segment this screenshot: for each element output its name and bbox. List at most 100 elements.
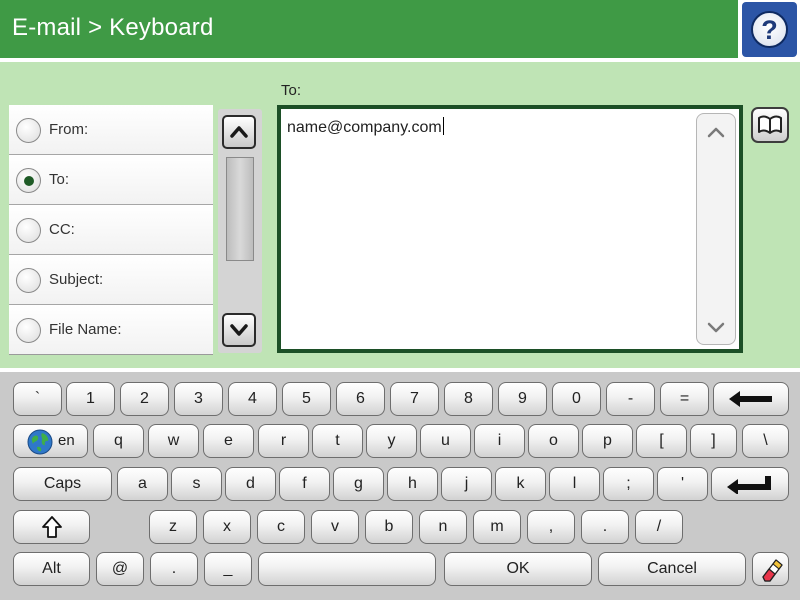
text-caret <box>442 117 444 135</box>
key-r[interactable]: r <box>258 424 309 458</box>
chevron-down-icon <box>707 322 725 333</box>
key-open-bracket[interactable]: [ <box>636 424 687 458</box>
eraser-icon <box>762 559 783 582</box>
key-i[interactable]: i <box>474 424 525 458</box>
field-list-scrollbar[interactable] <box>218 109 262 353</box>
key-dot[interactable]: . <box>150 552 198 586</box>
to-scroll-down-button[interactable] <box>697 310 735 346</box>
scroll-down-button[interactable] <box>222 313 256 347</box>
backspace-button[interactable] <box>713 382 789 416</box>
key-backtick[interactable]: ` <box>13 382 62 416</box>
key-close-bracket[interactable]: ] <box>690 424 737 458</box>
key-4[interactable]: 4 <box>228 382 277 416</box>
field-label-to: To: <box>49 171 70 188</box>
field-item-cc[interactable]: CC: <box>9 205 213 255</box>
radio-subject[interactable] <box>16 268 41 293</box>
address-book-icon <box>758 115 782 134</box>
key-9[interactable]: 9 <box>498 382 547 416</box>
page-title: E-mail > Keyboard <box>12 14 214 41</box>
language-label: en <box>58 432 75 449</box>
chevron-up-icon <box>230 126 248 138</box>
clear-button[interactable] <box>752 552 789 586</box>
key-u[interactable]: u <box>420 424 471 458</box>
key-g[interactable]: g <box>333 467 384 501</box>
help-button[interactable]: ? <box>742 2 797 57</box>
key-n[interactable]: n <box>419 510 467 544</box>
key-period[interactable]: . <box>581 510 629 544</box>
key-apostrophe[interactable]: ' <box>657 467 708 501</box>
key-b[interactable]: b <box>365 510 413 544</box>
key-m[interactable]: m <box>473 510 521 544</box>
key-j[interactable]: j <box>441 467 492 501</box>
to-input[interactable]: name@company.com <box>277 105 743 353</box>
chevron-down-icon <box>230 324 248 336</box>
key-a[interactable]: a <box>117 467 168 501</box>
key-p[interactable]: p <box>582 424 633 458</box>
key-w[interactable]: w <box>148 424 199 458</box>
key-f[interactable]: f <box>279 467 330 501</box>
key-8[interactable]: 8 <box>444 382 493 416</box>
key-e[interactable]: e <box>203 424 254 458</box>
key-underscore[interactable]: _ <box>204 552 252 586</box>
key-h[interactable]: h <box>387 467 438 501</box>
space-bar[interactable] <box>258 552 436 586</box>
key-at[interactable]: @ <box>96 552 144 586</box>
key-v[interactable]: v <box>311 510 359 544</box>
address-book-button[interactable] <box>751 107 789 143</box>
alt-button[interactable]: Alt <box>13 552 90 586</box>
key-slash[interactable]: / <box>635 510 683 544</box>
field-label-from: From: <box>49 121 89 138</box>
key-x[interactable]: x <box>203 510 251 544</box>
radio-from[interactable] <box>16 118 41 143</box>
radio-to[interactable] <box>16 168 41 193</box>
key-s[interactable]: s <box>171 467 222 501</box>
ok-button[interactable]: OK <box>444 552 592 586</box>
scroll-up-button[interactable] <box>222 115 256 149</box>
field-item-from[interactable]: From: <box>9 105 213 155</box>
field-label-subject: Subject: <box>49 271 104 288</box>
key-1[interactable]: 1 <box>66 382 115 416</box>
key-z[interactable]: z <box>149 510 197 544</box>
to-input-value: name@company.com <box>287 119 442 136</box>
key-c[interactable]: c <box>257 510 305 544</box>
key-semicolon[interactable]: ; <box>603 467 654 501</box>
key-t[interactable]: t <box>312 424 363 458</box>
language-button[interactable]: en <box>13 424 88 458</box>
chevron-up-icon <box>707 127 725 138</box>
to-input-scrollbar[interactable] <box>696 113 736 345</box>
enter-button[interactable] <box>711 467 789 501</box>
key-6[interactable]: 6 <box>336 382 385 416</box>
key-backslash[interactable]: \ <box>742 424 789 458</box>
field-label-cc: CC: <box>49 221 75 238</box>
field-item-file-name[interactable]: File Name: <box>9 305 213 355</box>
key-k[interactable]: k <box>495 467 546 501</box>
key-o[interactable]: o <box>528 424 579 458</box>
key-comma[interactable]: , <box>527 510 575 544</box>
key-l[interactable]: l <box>549 467 600 501</box>
key-5[interactable]: 5 <box>282 382 331 416</box>
field-item-to[interactable]: To: <box>9 155 213 205</box>
shift-button[interactable] <box>13 510 90 544</box>
radio-file-name[interactable] <box>16 318 41 343</box>
field-item-subject[interactable]: Subject: <box>9 255 213 305</box>
scroll-thumb[interactable] <box>226 157 254 261</box>
key-7[interactable]: 7 <box>390 382 439 416</box>
key-minus[interactable]: - <box>606 382 655 416</box>
on-screen-keyboard: ` 1 2 3 4 5 6 7 8 9 0 - = en q w e r t y… <box>0 372 800 600</box>
composer-panel: To: From: To: CC: Subject: File Name: na… <box>0 62 800 368</box>
to-scroll-up-button[interactable] <box>697 114 735 150</box>
key-2[interactable]: 2 <box>120 382 169 416</box>
active-field-label: To: <box>281 82 302 99</box>
caps-lock-button[interactable]: Caps <box>13 467 112 501</box>
backspace-arrow-icon <box>729 391 772 407</box>
key-equals[interactable]: = <box>660 382 709 416</box>
radio-cc[interactable] <box>16 218 41 243</box>
key-y[interactable]: y <box>366 424 417 458</box>
key-3[interactable]: 3 <box>174 382 223 416</box>
key-d[interactable]: d <box>225 467 276 501</box>
key-0[interactable]: 0 <box>552 382 601 416</box>
cancel-button[interactable]: Cancel <box>598 552 746 586</box>
key-q[interactable]: q <box>93 424 144 458</box>
globe-icon <box>27 429 53 455</box>
field-label-file-name: File Name: <box>49 321 122 338</box>
